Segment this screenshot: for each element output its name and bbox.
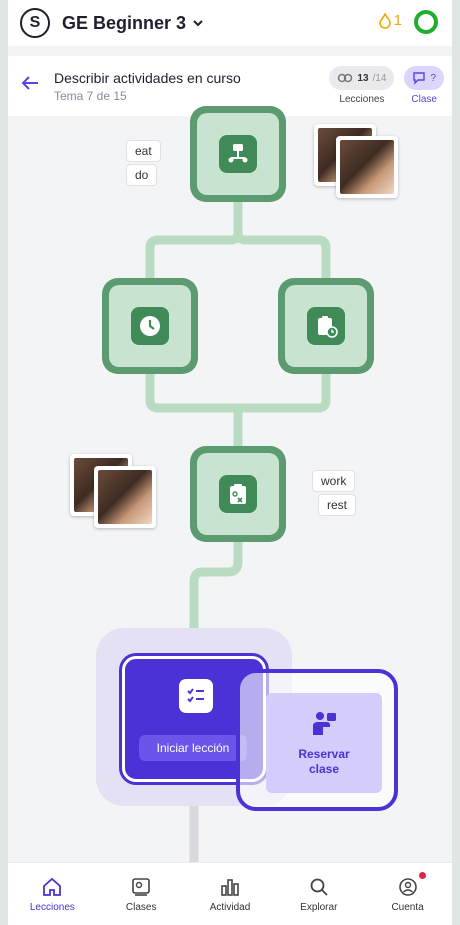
search-icon [310,878,328,896]
word-chip-mid-2: rest [318,494,357,516]
topic-progress: 13/14 Lecciones ? Clase [329,66,444,105]
topic-title: Describir actividades en curso [54,69,241,86]
bottom-navigation: Lecciones Clases Actividad Explorar Cuen… [8,862,452,925]
nav-explorar[interactable]: Explorar [279,876,359,913]
clock-icon [131,307,169,345]
word-chip-mid-1: work [312,470,356,492]
class-progress[interactable]: ? Clase [404,66,444,105]
topic-info: Describir actividades en curso Tema 7 de… [54,70,241,103]
lessons-progress[interactable]: 13/14 Lecciones [329,66,395,105]
nav-label-actividad: Actividad [209,901,251,913]
photo-image [340,140,394,194]
progress-ring[interactable] [414,10,438,34]
topic-subtitle: Tema 7 de 15 [54,88,127,103]
lesson-node-4[interactable] [190,446,286,542]
back-button[interactable] [20,72,54,100]
course-selector[interactable]: GE Beginner 3 [62,13,204,34]
nav-actividad[interactable]: Actividad [190,876,270,913]
clipboard-x-icon [219,475,257,513]
lesson-node-3[interactable] [278,278,374,374]
brand-logo[interactable]: S [20,8,50,38]
teacher-icon [313,712,336,735]
streak-indicator[interactable]: 1 [378,12,402,29]
home-icon [43,877,62,896]
account-icon [398,877,417,896]
nav-label-cuenta: Cuenta [391,901,424,913]
photo-card-front-top [336,136,398,198]
word-chip-top-1: eat [126,140,161,162]
book-class-button[interactable]: Reservar clase [266,693,382,793]
app-screen: S GE Beginner 3 1 Describir actividades … [8,0,452,925]
course-title: GE Beginner 3 [62,12,187,33]
nav-label-clases: Clases [125,901,157,913]
nav-label-lecciones: Lecciones [29,901,75,913]
nav-label-explorar: Explorar [300,901,338,913]
lessons-count: 13 [357,72,369,84]
checklist-icon [179,679,213,713]
flowchart-icon [219,135,257,173]
lessons-total: /14 [372,72,387,84]
lesson-node-3-inner [285,285,367,367]
app-header: S GE Beginner 3 1 [8,0,452,46]
lesson-node-4-inner [197,453,279,535]
flame-icon [378,12,391,29]
lesson-node-2-inner [109,285,191,367]
book-class-label: Reservar clase [298,747,350,776]
nav-clases[interactable]: Clases [101,876,181,913]
lessons-label: Lecciones [339,94,385,105]
activity-chart-icon [221,878,239,896]
streak-count: 1 [393,12,402,29]
lesson-node-1-inner [197,113,279,195]
classes-icon [132,877,150,896]
clipboard-clock-icon [307,307,345,345]
photo-image [98,470,152,524]
word-chip-top-2: do [126,164,158,186]
book-class-highlight: Reservar clase [236,669,398,811]
brand-letter: S [29,14,41,31]
lesson-node-1[interactable] [190,106,286,202]
notification-dot [418,871,426,879]
lessons-pill: 13/14 [329,66,395,90]
nav-cuenta[interactable]: Cuenta [368,871,448,913]
photo-card-front-mid [94,466,156,528]
nav-lecciones[interactable]: Lecciones [12,876,92,913]
class-pill: ? [404,66,444,90]
class-value: ? [430,72,436,84]
chevron-down-icon [193,20,203,27]
chat-icon [413,72,426,85]
link-icon [338,73,353,83]
arrow-left-icon [21,76,38,90]
class-label: Clase [411,94,437,105]
lesson-node-2[interactable] [102,278,198,374]
start-lesson-button[interactable]: Iniciar lección [139,735,247,761]
lesson-path: eat do work rest Iniciar lección Reserva… [8,106,452,862]
